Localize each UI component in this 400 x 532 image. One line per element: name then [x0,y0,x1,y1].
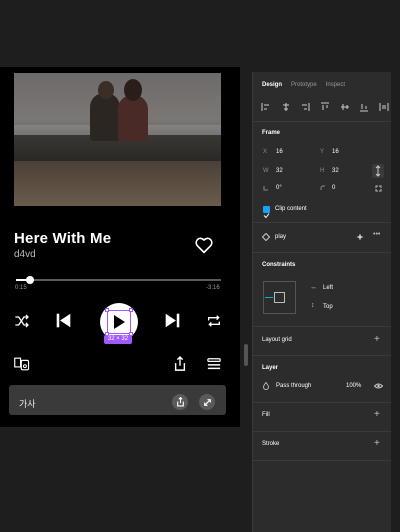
artist-name: d4vd [14,249,36,260]
share-icon [176,397,184,407]
clip-content-checkbox[interactable] [263,206,270,219]
tab-design[interactable]: Design [262,72,282,94]
alignment-toolbar [261,102,389,112]
y-label: Y [320,149,325,155]
music-player-frame: Here With Me d4vd 0:15 -3:16 32 × 32 가사 [0,67,240,427]
w-label: W [263,168,269,174]
selection-box [105,308,133,336]
heart-icon[interactable] [194,236,214,254]
y-field[interactable]: 16 [332,149,339,155]
rotation-icon [263,186,268,191]
queue-icon[interactable] [207,357,221,371]
h-label: H [320,168,325,174]
constrain-proportions-icon[interactable] [372,164,384,178]
independent-corners-icon[interactable] [375,185,382,192]
devices-icon[interactable] [14,357,30,371]
blend-mode-select[interactable]: Pass through [276,383,311,389]
align-center-h-icon[interactable] [281,102,291,112]
x-field[interactable]: 16 [276,149,283,155]
vertical-constraint-select[interactable]: Top [323,304,333,310]
add-stroke-icon[interactable]: + [374,438,380,449]
add-layout-grid-icon[interactable]: + [374,334,380,345]
align-right-icon[interactable] [300,102,310,112]
stroke-heading: Stroke [262,441,280,447]
eye-icon[interactable] [374,383,383,389]
song-title: Here With Me [14,230,112,247]
next-icon[interactable] [164,312,181,329]
progress-knob[interactable] [26,276,35,284]
x-label: X [263,149,268,155]
canvas-scrollbar[interactable] [244,344,248,366]
lyrics-label: 가사 [19,399,36,409]
rotation-field[interactable]: 0° [276,185,282,191]
previous-icon[interactable] [55,312,72,329]
time-elapsed: 0:15 [15,285,27,291]
vertical-constraint-icon: ↕ [311,302,315,309]
align-center-v-icon[interactable] [340,102,350,112]
lyrics-expand-button[interactable] [199,394,215,410]
component-diamond-icon [262,233,270,241]
canvas: Here With Me d4vd 0:15 -3:16 32 × 32 가사 … [0,0,400,532]
distribute-icon[interactable] [379,102,389,112]
align-top-icon[interactable] [320,102,330,112]
w-field[interactable]: 32 [276,168,283,174]
constraints-heading: Constraints [262,262,296,268]
tab-inspect[interactable]: Inspect [326,72,345,94]
progress-bar[interactable] [16,276,221,284]
constraints-diagram[interactable] [263,281,296,314]
corner-radius-icon [320,185,325,190]
clip-content-label: Clip content [275,206,307,212]
align-left-icon[interactable] [261,102,271,112]
add-fill-icon[interactable]: + [374,409,380,420]
horizontal-constraint-icon: ↔ [310,284,317,291]
more-options-icon[interactable]: ••• [373,231,380,238]
align-bottom-icon[interactable] [359,102,369,112]
component-instance-icon[interactable] [356,233,364,241]
selection-size-label: 32 × 32 [104,335,132,344]
properties-panel: Design Prototype Inspect Frame X 16 Y 16… [252,72,391,532]
lyrics-share-button[interactable] [172,394,188,410]
album-art [14,73,221,206]
h-field[interactable]: 32 [332,168,339,174]
blend-mode-icon [263,382,269,390]
component-name[interactable]: play [275,234,286,240]
fill-heading: Fill [262,412,270,418]
share-icon[interactable] [173,356,187,372]
repeat-icon[interactable] [206,314,222,328]
tab-prototype[interactable]: Prototype [291,72,317,94]
panel-tabs: Design Prototype Inspect [253,72,391,94]
layer-heading: Layer [262,365,279,371]
horizontal-constraint-select[interactable]: Left [323,285,333,291]
corner-radius-field[interactable]: 0 [332,185,335,191]
layout-grid-heading: Layout grid [262,337,292,343]
layer-opacity-field[interactable]: 100% [346,383,361,389]
expand-icon [203,398,211,406]
frame-heading[interactable]: Frame [262,130,280,136]
lyrics-card[interactable]: 가사 [9,385,226,415]
time-remaining: -3:16 [206,285,220,291]
shuffle-icon[interactable] [14,314,30,328]
